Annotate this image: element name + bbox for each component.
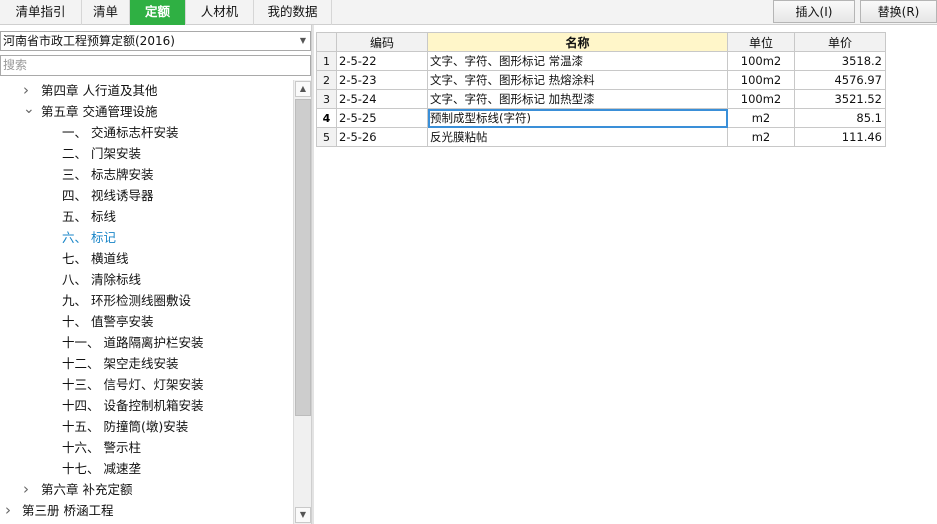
column-header-name[interactable]: 名称 <box>427 32 728 52</box>
chevron-right-icon[interactable]: › <box>23 479 29 500</box>
tree-node[interactable]: 三、 标志牌安装 <box>62 164 153 185</box>
panel-splitter[interactable] <box>311 25 314 524</box>
tree-node[interactable]: 十四、 设备控制机箱安装 <box>62 395 203 416</box>
grid-header-row: 编码 名称 单位 单价 <box>316 32 886 52</box>
table-row[interactable]: 3 2-5-24 文字、字符、图形标记 加热型漆 100m2 3521.52 <box>316 89 886 109</box>
tree-node[interactable]: 十三、 信号灯、灯架安装 <box>62 374 203 395</box>
row-number-header <box>316 32 337 52</box>
code-cell[interactable]: 2-5-22 <box>336 51 428 71</box>
chevron-down-icon[interactable]: ⌄ <box>23 101 35 117</box>
dropdown-icon[interactable]: ▼ <box>300 32 306 50</box>
tree-node[interactable]: 一、 交通标志杆安装 <box>62 122 178 143</box>
code-cell[interactable]: 2-5-25 <box>336 108 428 128</box>
tree-node[interactable]: 十五、 防撞筒(墩)安装 <box>62 416 188 437</box>
row-number-cell[interactable]: 5 <box>316 127 337 147</box>
unit-cell[interactable]: m2 <box>727 127 795 147</box>
price-cell[interactable]: 4576.97 <box>794 70 886 90</box>
name-cell[interactable]: 反光膜粘帖 <box>427 127 728 147</box>
replace-button[interactable]: 替换(R) <box>860 0 937 23</box>
name-cell[interactable]: 文字、字符、图形标记 常温漆 <box>427 51 728 71</box>
name-cell[interactable]: 文字、字符、图形标记 加热型漆 <box>427 89 728 109</box>
unit-cell[interactable]: 100m2 <box>727 70 795 90</box>
quota-grid: 编码 名称 单位 单价 1 2-5-22 文字、字符、图形标记 常温漆 100m2 35… <box>316 32 886 147</box>
table-row[interactable]: 5 2-5-26 反光膜粘帖 m2 111.46 <box>316 127 886 147</box>
tab-list[interactable]: 清单 <box>82 0 130 25</box>
tree-scrollbar[interactable]: ▲ ▼ <box>293 80 311 524</box>
scroll-thumb[interactable] <box>295 99 311 416</box>
tab-labor-material-machine[interactable]: 人材机 <box>186 0 254 25</box>
quota-library-panel: 河南省市政工程预算定额(2016) ▼ 搜索 › 第四章 人行道及其他 ⌄ 第五章 交… <box>0 31 311 524</box>
tree-node[interactable]: 八、 清除标线 <box>62 269 141 290</box>
price-cell[interactable]: 3521.52 <box>794 89 886 109</box>
unit-cell[interactable]: m2 <box>727 108 795 128</box>
tree-node[interactable]: 十一、 道路隔离护栏安装 <box>62 332 203 353</box>
scroll-down-icon[interactable]: ▼ <box>295 507 311 523</box>
tree-node[interactable]: 第六章 补充定额 <box>41 479 132 500</box>
tab-list-guide[interactable]: 清单指引 <box>0 0 82 25</box>
tree-node[interactable]: 第三册 桥涵工程 <box>22 500 113 521</box>
row-number-cell[interactable]: 1 <box>316 51 337 71</box>
search-input[interactable]: 搜索 <box>0 55 311 76</box>
column-header-code[interactable]: 编码 <box>336 32 428 52</box>
insert-button[interactable]: 插入(I) <box>773 0 855 23</box>
name-cell[interactable]: 文字、字符、图形标记 热熔涂料 <box>427 70 728 90</box>
code-cell[interactable]: 2-5-23 <box>336 70 428 90</box>
row-number-cell[interactable]: 3 <box>316 89 337 109</box>
library-select[interactable]: 河南省市政工程预算定额(2016) ▼ <box>0 31 311 51</box>
name-cell[interactable]: 预制成型标线(字符) <box>427 108 728 128</box>
scroll-up-icon[interactable]: ▲ <box>295 81 311 97</box>
price-cell[interactable]: 111.46 <box>794 127 886 147</box>
table-row[interactable]: 4 2-5-25 预制成型标线(字符) m2 85.1 <box>316 108 886 128</box>
tree-node[interactable]: 七、 横道线 <box>62 248 128 269</box>
tree-node[interactable]: 二、 门架安装 <box>62 143 141 164</box>
tree-node[interactable]: 十、 值警亭安装 <box>62 311 153 332</box>
code-cell[interactable]: 2-5-24 <box>336 89 428 109</box>
unit-cell[interactable]: 100m2 <box>727 51 795 71</box>
tree-node[interactable]: 十二、 架空走线安装 <box>62 353 178 374</box>
tab-bar: 清单指引 清单 定额 人材机 我的数据 插入(I) 替换(R) <box>0 0 937 25</box>
tree-node[interactable]: 第四章 人行道及其他 <box>41 80 157 101</box>
tree-node[interactable]: 五、 标线 <box>62 206 116 227</box>
column-header-price[interactable]: 单价 <box>794 32 886 52</box>
unit-cell[interactable]: 100m2 <box>727 89 795 109</box>
chapter-tree: › 第四章 人行道及其他 ⌄ 第五章 交通管理设施 一、 交通标志杆安装 二、 门架安装三… <box>0 80 293 524</box>
table-row[interactable]: 2 2-5-23 文字、字符、图形标记 热熔涂料 100m2 4576.97 <box>316 70 886 90</box>
tree-node[interactable]: 四、 视线诱导器 <box>62 185 153 206</box>
price-cell[interactable]: 3518.2 <box>794 51 886 71</box>
library-select-value: 河南省市政工程预算定额(2016) <box>3 34 175 48</box>
tree-node[interactable]: 九、 环形检测线圈敷设 <box>62 290 191 311</box>
table-row[interactable]: 1 2-5-22 文字、字符、图形标记 常温漆 100m2 3518.2 <box>316 51 886 71</box>
row-number-cell[interactable]: 4 <box>316 108 337 128</box>
tree-node[interactable]: 十六、 警示柱 <box>62 437 141 458</box>
chevron-right-icon[interactable]: › <box>5 500 11 521</box>
tree-node[interactable]: 第五章 交通管理设施 <box>41 101 157 122</box>
price-cell[interactable]: 85.1 <box>794 108 886 128</box>
tab-my-data[interactable]: 我的数据 <box>254 0 332 25</box>
row-number-cell[interactable]: 2 <box>316 70 337 90</box>
tab-quota[interactable]: 定额 <box>130 0 186 25</box>
code-cell[interactable]: 2-5-26 <box>336 127 428 147</box>
column-header-unit[interactable]: 单位 <box>727 32 795 52</box>
chevron-right-icon[interactable]: › <box>23 80 29 101</box>
tree-node[interactable]: 六、 标记 <box>62 227 116 248</box>
tree-node[interactable]: 十七、 减速垄 <box>62 458 141 479</box>
app-window: 清单指引 清单 定额 人材机 我的数据 插入(I) 替换(R) 河南省市政工程预… <box>0 0 937 524</box>
